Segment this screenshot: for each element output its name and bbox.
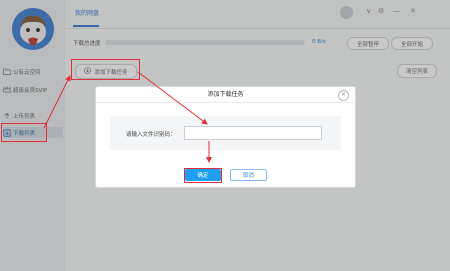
arrow-sidebar-to-add [43, 75, 71, 129]
annotation-arrows [43, 71, 212, 163]
arrow-add-to-input [137, 71, 208, 125]
